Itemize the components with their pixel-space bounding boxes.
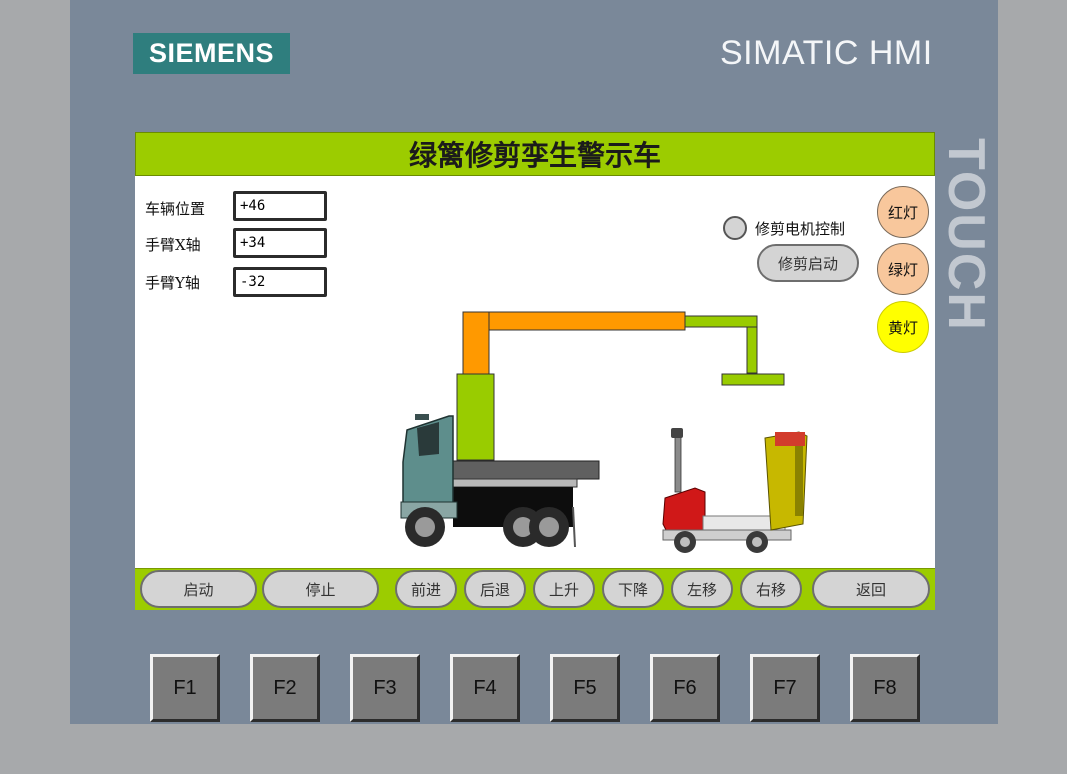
return-button[interactable]: 返回 xyxy=(812,570,930,608)
trimmer-cart-graphic xyxy=(662,428,808,553)
product-name: SIMATIC HMI xyxy=(720,34,933,72)
function-key-f2[interactable]: F2 xyxy=(250,654,320,722)
function-key-f1[interactable]: F1 xyxy=(150,654,220,722)
stop-button[interactable]: 停止 xyxy=(262,570,379,608)
move-left-button[interactable]: 左移 xyxy=(671,570,733,608)
backward-button[interactable]: 后退 xyxy=(464,570,526,608)
function-key-f7[interactable]: F7 xyxy=(750,654,820,722)
hmi-screen: 绿篱修剪孪生警示车 车辆位置 +46 手臂X轴 +34 手臂Y轴 -32 修剪电… xyxy=(135,132,935,610)
touch-label: TOUCH xyxy=(937,138,995,332)
forward-button[interactable]: 前进 xyxy=(395,570,457,608)
vehicle-illustration xyxy=(400,311,808,553)
lower-button[interactable]: 下降 xyxy=(602,570,664,608)
function-key-f3[interactable]: F3 xyxy=(350,654,420,722)
function-key-f6[interactable]: F6 xyxy=(650,654,720,722)
function-key-f8[interactable]: F8 xyxy=(850,654,920,722)
truck-graphic xyxy=(400,311,785,548)
move-right-button[interactable]: 右移 xyxy=(740,570,802,608)
siemens-logo: SIEMENS xyxy=(133,33,290,74)
function-key-f4[interactable]: F4 xyxy=(450,654,520,722)
raise-button[interactable]: 上升 xyxy=(533,570,595,608)
start-button[interactable]: 启动 xyxy=(140,570,257,608)
function-key-f5[interactable]: F5 xyxy=(550,654,620,722)
